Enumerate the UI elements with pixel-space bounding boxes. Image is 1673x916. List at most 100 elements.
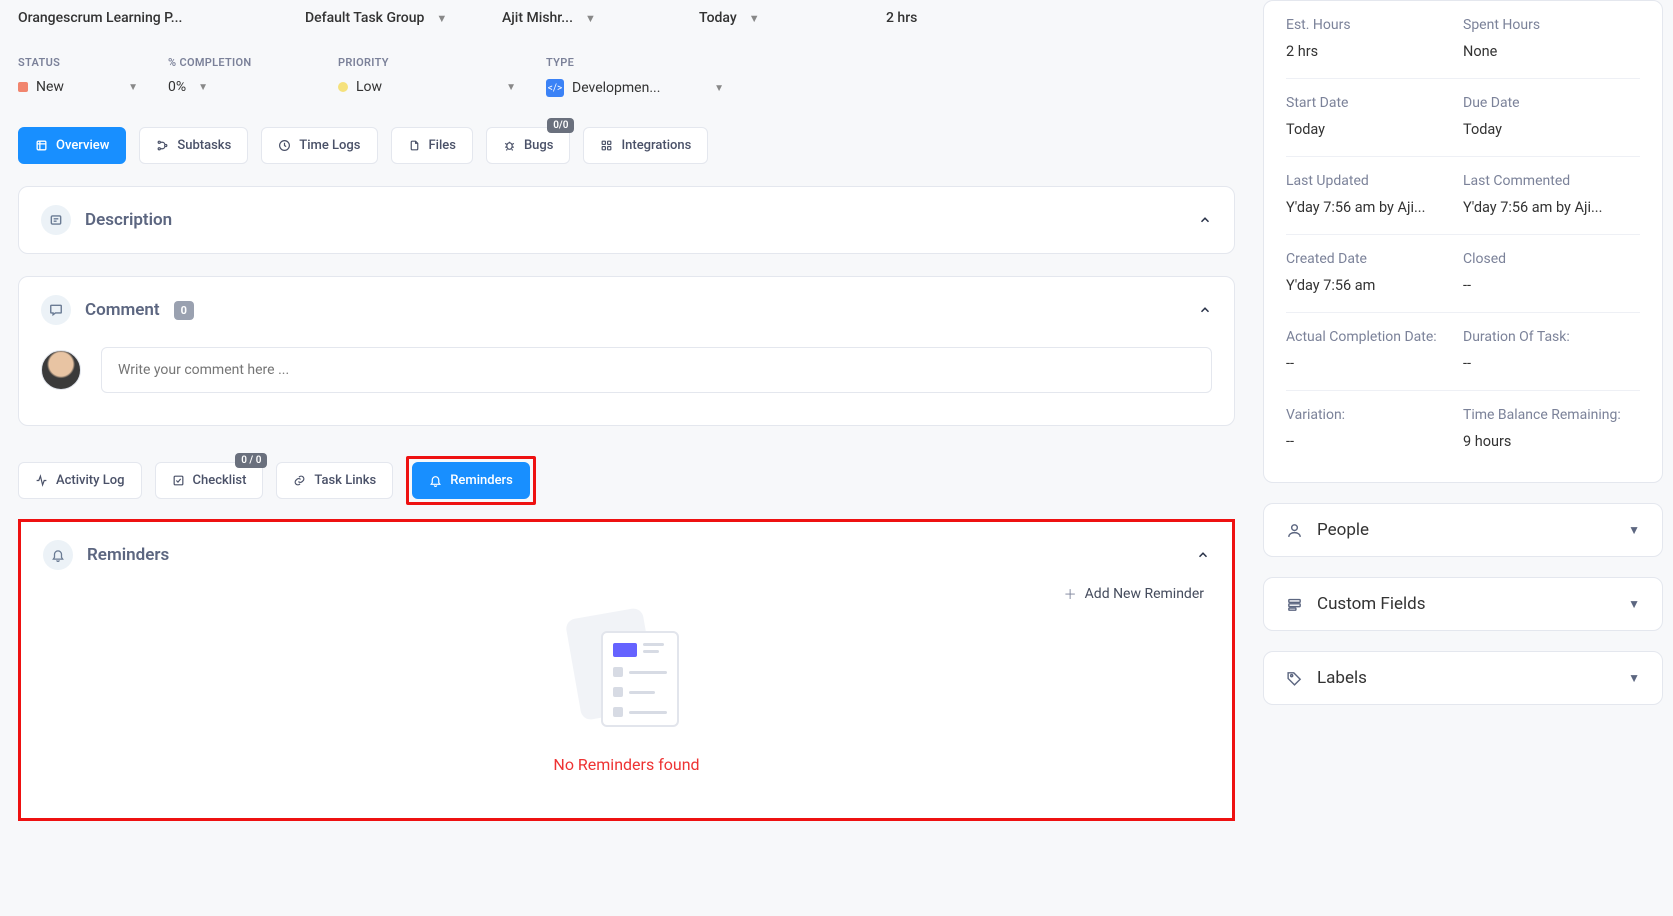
user-avatar: [41, 350, 81, 390]
info-value: Today: [1286, 119, 1463, 140]
description-title: Description: [85, 210, 172, 230]
comment-icon: [41, 295, 71, 325]
info-value: 9 hours: [1463, 431, 1640, 452]
task-info-panel: Est. Hours 2 hrs Spent Hours None Start …: [1263, 0, 1663, 483]
custom-fields-icon: [1286, 596, 1303, 613]
tab-subtasks[interactable]: Subtasks: [139, 127, 248, 164]
bell-icon: [43, 540, 73, 570]
info-label: Start Date: [1286, 95, 1463, 111]
bugs-count-badge: 0/0: [547, 118, 574, 133]
overview-icon: [35, 139, 48, 152]
project-select[interactable]: Orangescrum Learning P...: [18, 10, 293, 26]
status-label: STATUS: [18, 56, 138, 69]
tab-timelogs[interactable]: Time Logs: [261, 127, 377, 164]
subtasks-icon: [156, 139, 169, 152]
est-hours: 2 hrs: [886, 10, 946, 26]
info-label: Last Commented: [1463, 173, 1640, 189]
labels-accordion[interactable]: Labels ▼: [1263, 651, 1663, 705]
info-label: Est. Hours: [1286, 17, 1463, 33]
tab-timelogs-label: Time Logs: [299, 138, 360, 153]
info-value: Y'day 7:56 am by Aji...: [1286, 197, 1436, 218]
chevron-down-icon: ▼: [128, 82, 138, 93]
tab-files-label: Files: [429, 138, 456, 153]
info-label: Created Date: [1286, 251, 1463, 267]
tab-bugs[interactable]: Bugs 0/0: [486, 127, 571, 164]
add-reminder-label: Add New Reminder: [1085, 586, 1204, 602]
info-label: Time Balance Remaining:: [1463, 407, 1640, 423]
development-type-icon: </>: [546, 79, 564, 97]
info-label: Duration Of Task:: [1463, 329, 1640, 345]
chevron-down-icon: ▼: [1628, 597, 1640, 611]
priority-value: Low: [356, 79, 382, 95]
priority-label: PRIORITY: [338, 56, 516, 69]
due-date-select[interactable]: Today ▼: [699, 10, 874, 26]
bugs-icon: [503, 139, 516, 152]
priority-dot-icon: [338, 82, 348, 92]
info-value: 2 hrs: [1286, 41, 1463, 62]
completion-value: 0%: [168, 79, 186, 95]
tab-overview[interactable]: Overview: [18, 127, 126, 164]
type-select[interactable]: </> Developmen... ▼: [546, 79, 724, 97]
people-accordion[interactable]: People ▼: [1263, 503, 1663, 557]
tab-reminders-label: Reminders: [450, 473, 513, 488]
tab-integrations[interactable]: Integrations: [583, 127, 708, 164]
reminders-card: Reminders ＋ Add New Reminder: [21, 522, 1232, 818]
comment-input[interactable]: [101, 347, 1212, 393]
chevron-down-icon: ▼: [749, 12, 760, 25]
status-dot-icon: [18, 82, 28, 92]
chevron-down-icon: ▼: [436, 12, 447, 25]
chevron-down-icon: ▼: [1628, 523, 1640, 537]
tab-checklist[interactable]: Checklist 0 / 0: [155, 462, 264, 499]
info-value: Y'day 7:56 am by Aji...: [1463, 197, 1640, 218]
comment-title: Comment: [85, 300, 160, 320]
add-reminder-button[interactable]: ＋ Add New Reminder: [43, 584, 1210, 603]
task-group-name: Default Task Group: [305, 10, 424, 26]
collapse-toggle[interactable]: [1196, 548, 1210, 562]
custom-fields-title: Custom Fields: [1317, 594, 1425, 614]
info-value: --: [1463, 275, 1640, 296]
info-value: Y'day 7:56 am: [1286, 275, 1463, 296]
tab-integrations-label: Integrations: [621, 138, 691, 153]
tab-reminders[interactable]: Reminders: [412, 462, 530, 499]
tab-files[interactable]: Files: [391, 127, 473, 164]
reminders-panel-highlight: Reminders ＋ Add New Reminder: [18, 519, 1235, 821]
link-icon: [293, 474, 306, 487]
comment-card: Comment 0: [18, 276, 1235, 426]
reminders-empty-text: No Reminders found: [553, 755, 699, 774]
custom-fields-accordion[interactable]: Custom Fields ▼: [1263, 577, 1663, 631]
completion-select[interactable]: 0% ▼: [168, 79, 308, 95]
due-date-value: Today: [699, 10, 737, 26]
info-value: --: [1286, 431, 1463, 452]
status-select[interactable]: New ▼: [18, 79, 138, 95]
assignee-select[interactable]: Ajit Mishr... ▼: [502, 10, 687, 26]
labels-title: Labels: [1317, 668, 1367, 688]
people-title: People: [1317, 520, 1369, 540]
tab-activity-log[interactable]: Activity Log: [18, 462, 142, 499]
description-card: Description: [18, 186, 1235, 254]
tab-tasklinks-label: Task Links: [314, 473, 376, 488]
chevron-down-icon: ▼: [714, 83, 724, 94]
tab-overview-label: Overview: [56, 138, 109, 153]
chevron-down-icon: ▼: [585, 12, 596, 25]
status-value: New: [36, 79, 64, 95]
clock-icon: [278, 139, 291, 152]
task-group-select[interactable]: Default Task Group ▼: [305, 10, 490, 26]
tab-task-links[interactable]: Task Links: [276, 462, 393, 499]
comment-count-badge: 0: [174, 301, 194, 320]
chevron-down-icon: ▼: [1628, 671, 1640, 685]
collapse-toggle[interactable]: [1198, 303, 1212, 317]
info-value: --: [1286, 353, 1463, 374]
collapse-toggle[interactable]: [1198, 213, 1212, 227]
tab-bugs-label: Bugs: [524, 138, 554, 153]
priority-select[interactable]: Low ▼: [338, 79, 516, 95]
info-label: Variation:: [1286, 407, 1463, 423]
people-icon: [1286, 522, 1303, 539]
plus-icon: ＋: [1064, 584, 1077, 603]
info-value: Today: [1463, 119, 1640, 140]
chevron-down-icon: ▼: [198, 82, 208, 93]
activity-icon: [35, 474, 48, 487]
reminders-empty-state: No Reminders found: [43, 603, 1210, 784]
info-value: None: [1463, 41, 1640, 62]
info-value: --: [1463, 353, 1640, 374]
completion-label: % COMPLETION: [168, 56, 308, 69]
